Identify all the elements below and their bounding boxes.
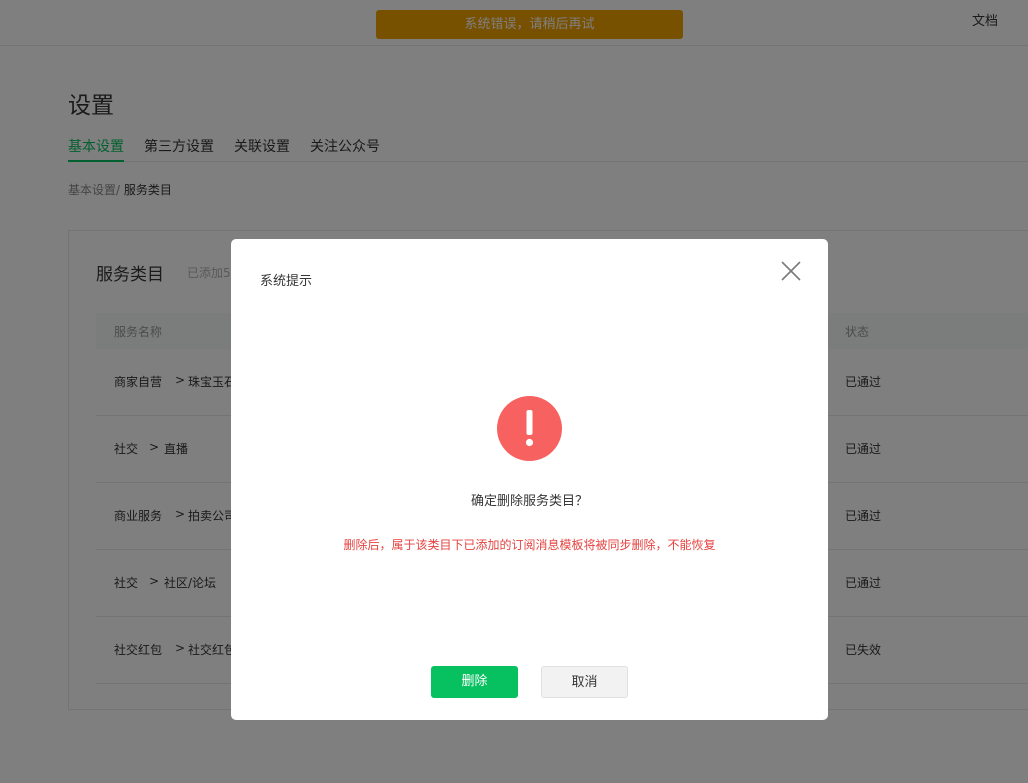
confirm-message: 确定删除服务类目？ xyxy=(470,494,588,509)
confirm-delete-dialog: 系统提示 确定删除服务类目？ 删除后，属于该类目下已添加的订阅消息模板将被同步删… xyxy=(231,239,828,720)
delete-button[interactable]: 删除 xyxy=(431,666,518,698)
warning-icon xyxy=(497,396,562,461)
cancel-button[interactable]: 取消 xyxy=(541,666,628,698)
close-icon[interactable] xyxy=(779,259,803,283)
delete-warning-message: 删除后，属于该类目下已添加的订阅消息模板将被同步删除，不能恢复 xyxy=(343,538,716,552)
dialog-title: 系统提示 xyxy=(260,274,313,289)
